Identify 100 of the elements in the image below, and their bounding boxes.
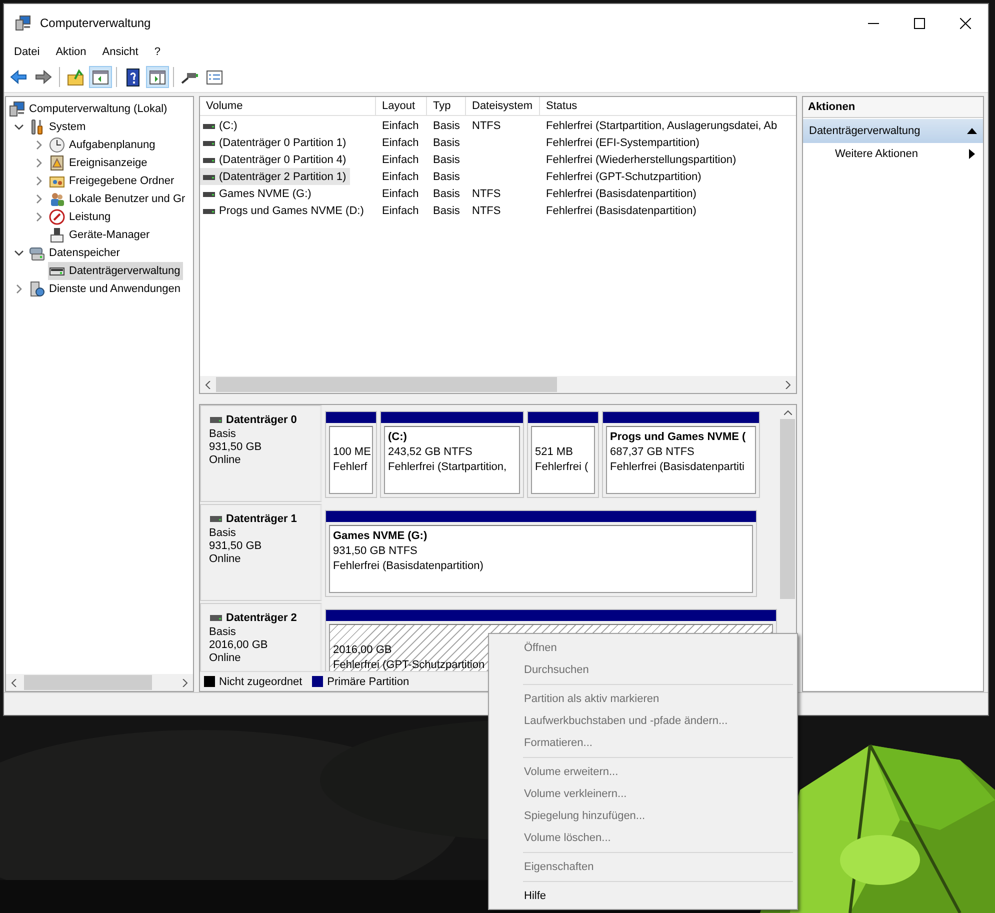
disk-status: Online bbox=[209, 454, 242, 466]
partition-box[interactable]: (C:) 243,52 GB NTFS Fehlerfrei (Startpartition, bbox=[384, 426, 520, 494]
partition-status: Fehlerfrei ( bbox=[535, 461, 588, 474]
partition-box[interactable]: Games NVME (G:) 931,50 GB NTFS Fehlerfrei (Basisdatenpartition) bbox=[329, 525, 753, 593]
table-cell: Basis bbox=[433, 154, 460, 166]
toolbar-button[interactable] bbox=[89, 66, 112, 88]
users-icon bbox=[49, 191, 65, 207]
horizontal-scrollbar[interactable] bbox=[6, 674, 193, 691]
event-log-icon bbox=[49, 155, 65, 171]
tree-item[interactable]: Computerverwaltung (Lokal) bbox=[8, 100, 170, 118]
partition-box[interactable]: 100 ME Fehlerf bbox=[329, 426, 373, 494]
tree-item[interactable]: Geräte-Manager bbox=[48, 226, 153, 244]
folder-up-icon bbox=[66, 68, 85, 86]
table-cell: Einfach bbox=[382, 204, 419, 216]
column-header[interactable]: Layout bbox=[376, 97, 427, 115]
disk-name: Datenträger 0 bbox=[226, 414, 297, 426]
table-cell: NTFS bbox=[472, 188, 501, 200]
section-header[interactable]: Datenträgerverwaltung bbox=[803, 119, 983, 143]
submenu-arrow-icon bbox=[969, 149, 975, 159]
menu-item[interactable]: ? bbox=[146, 44, 168, 60]
table-cell: NTFS bbox=[472, 120, 501, 132]
scroll-right-icon[interactable] bbox=[785, 380, 791, 388]
action-item[interactable]: Weitere Aktionen bbox=[803, 143, 983, 165]
partition-title: Games NVME (G:) bbox=[333, 530, 428, 543]
disk-type: Basis bbox=[209, 527, 237, 539]
disk-size: 931,50 GB bbox=[209, 441, 263, 453]
partition-status: Fehlerfrei (Basisdatenpartition) bbox=[333, 560, 484, 573]
window-title: Computerverwaltung bbox=[40, 16, 152, 30]
list-item[interactable]: (Datenträger 2 Partition 1) bbox=[200, 168, 350, 185]
table-cell: NTFS bbox=[472, 204, 501, 216]
horizontal-scrollbar[interactable] bbox=[200, 376, 796, 393]
partition-box[interactable]: Progs und Games NVME ( 687,37 GB NTFS Fehlerfrei (Basisdatenpartiti bbox=[606, 426, 756, 494]
computer-icon bbox=[9, 101, 25, 117]
menu-item[interactable]: Aktion bbox=[48, 44, 94, 60]
pane-title: Aktionen bbox=[803, 97, 983, 118]
storage-icon bbox=[29, 245, 45, 261]
table-cell: Basis bbox=[433, 170, 460, 182]
disk-size: 2016,00 GB bbox=[209, 639, 269, 651]
table-cell: Fehlerfrei (EFI-Systempartition) bbox=[546, 136, 700, 148]
scroll-left-icon[interactable] bbox=[205, 380, 211, 388]
list-item[interactable]: Progs und Games NVME (D:) bbox=[200, 202, 368, 219]
disk-type: Basis bbox=[209, 428, 237, 440]
scroll-up-icon[interactable] bbox=[784, 410, 792, 415]
partition-size: 687,37 GB NTFS bbox=[610, 446, 694, 459]
gauge-icon bbox=[49, 209, 65, 225]
tree-item[interactable]: Ereignisanzeige bbox=[48, 154, 150, 172]
list-item[interactable]: (Datenträger 0 Partition 1) bbox=[200, 134, 350, 151]
forward-arrow-icon bbox=[34, 68, 53, 86]
console-tree-icon bbox=[91, 68, 110, 86]
tree-item[interactable]: Lokale Benutzer und Gr bbox=[48, 190, 188, 208]
column-header[interactable]: Volume bbox=[200, 97, 376, 115]
table-cell: Einfach bbox=[382, 170, 419, 182]
tree-item[interactable]: Freigegebene Ordner bbox=[48, 172, 178, 190]
column-header[interactable]: Dateisystem bbox=[466, 97, 540, 115]
tools-icon bbox=[29, 119, 45, 135]
scroll-right-icon[interactable] bbox=[182, 678, 188, 686]
partition-size: 931,50 GB NTFS bbox=[333, 545, 418, 558]
tree-item[interactable]: Datenspeicher bbox=[28, 244, 123, 262]
toolbar-button[interactable] bbox=[146, 66, 169, 88]
partition-status: Fehlerfrei (Basisdatenpartiti bbox=[610, 461, 745, 474]
list-item[interactable]: (Datenträger 0 Partition 4) bbox=[200, 151, 350, 168]
disk-type: Basis bbox=[209, 626, 237, 638]
close-icon bbox=[960, 18, 970, 28]
partition-status: Fehlerfrei (GPT-Schutzpartition bbox=[333, 659, 485, 671]
disk-drive-icon bbox=[209, 613, 223, 623]
partition-size: 521 MB bbox=[535, 446, 573, 459]
legend-label: Nicht zugeordnet bbox=[219, 676, 302, 688]
tree-item[interactable]: Leistung bbox=[48, 208, 114, 226]
table-cell: Fehlerfrei (Basisdatenpartition) bbox=[546, 188, 696, 200]
disk-name: Datenträger 1 bbox=[226, 513, 297, 525]
menu-item[interactable]: Hilfe bbox=[491, 885, 795, 907]
disk-drive-icon bbox=[209, 415, 223, 425]
partition-title: (C:) bbox=[388, 431, 407, 444]
table-cell: Einfach bbox=[382, 136, 419, 148]
menu-item[interactable]: Datei bbox=[6, 44, 48, 60]
menu-item[interactable]: Ansicht bbox=[94, 44, 146, 60]
table-cell: Basis bbox=[433, 136, 460, 148]
services-icon bbox=[29, 281, 45, 297]
list-item[interactable]: (C:) bbox=[200, 117, 242, 134]
partition-title: Progs und Games NVME ( bbox=[610, 431, 746, 444]
partition-box[interactable]: 521 MB Fehlerfrei ( bbox=[531, 426, 595, 494]
scroll-left-icon[interactable] bbox=[11, 678, 17, 686]
table-cell: Basis bbox=[433, 204, 460, 216]
column-header[interactable]: Typ bbox=[427, 97, 466, 115]
table-cell: Fehlerfrei (GPT-Schutzpartition) bbox=[546, 170, 702, 182]
partition-bar bbox=[528, 412, 598, 423]
legend-label: Primäre Partition bbox=[327, 676, 410, 688]
maximize-icon bbox=[914, 18, 924, 28]
tree-item[interactable]: Aufgabenplanung bbox=[48, 136, 158, 154]
partition-status: Fehlerfrei (Startpartition, bbox=[388, 461, 507, 474]
tree-item[interactable]: System bbox=[28, 118, 89, 136]
tree-item[interactable]: Datenträgerverwaltung bbox=[48, 262, 184, 280]
table-cell: Einfach bbox=[382, 154, 419, 166]
action-pane-icon bbox=[148, 68, 167, 86]
table-cell: Einfach bbox=[382, 120, 419, 132]
table-cell: Einfach bbox=[382, 188, 419, 200]
tree-item[interactable]: Dienste und Anwendungen bbox=[28, 280, 184, 298]
properties-icon bbox=[205, 68, 224, 86]
list-item[interactable]: Games NVME (G:) bbox=[200, 185, 316, 202]
clock-icon bbox=[49, 137, 65, 153]
